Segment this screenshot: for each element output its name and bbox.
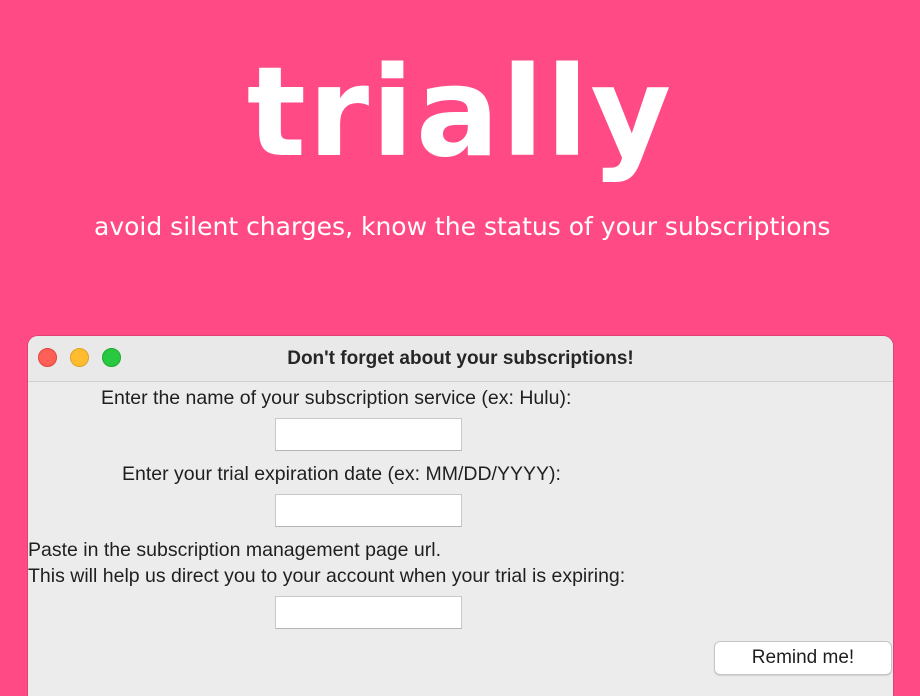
- management-url-input[interactable]: [275, 596, 462, 629]
- expiration-date-label: Enter your trial expiration date (ex: MM…: [122, 463, 561, 485]
- window-title: Don't forget about your subscriptions!: [287, 348, 634, 369]
- expiration-date-input[interactable]: [275, 494, 462, 527]
- url-label-line1: Paste in the subscription management pag…: [28, 539, 441, 561]
- service-name-label: Enter the name of your subscription serv…: [101, 387, 572, 409]
- remind-me-button[interactable]: Remind me!: [714, 641, 892, 675]
- title-bar: Don't forget about your subscriptions!: [28, 336, 893, 382]
- app-window: Don't forget about your subscriptions! E…: [28, 336, 893, 696]
- service-name-input[interactable]: [275, 418, 462, 451]
- hero-tagline: avoid silent charges, know the status of…: [94, 212, 831, 241]
- url-label-line2: This will help us direct you to your acc…: [28, 565, 626, 587]
- hero-title: trially: [246, 41, 674, 185]
